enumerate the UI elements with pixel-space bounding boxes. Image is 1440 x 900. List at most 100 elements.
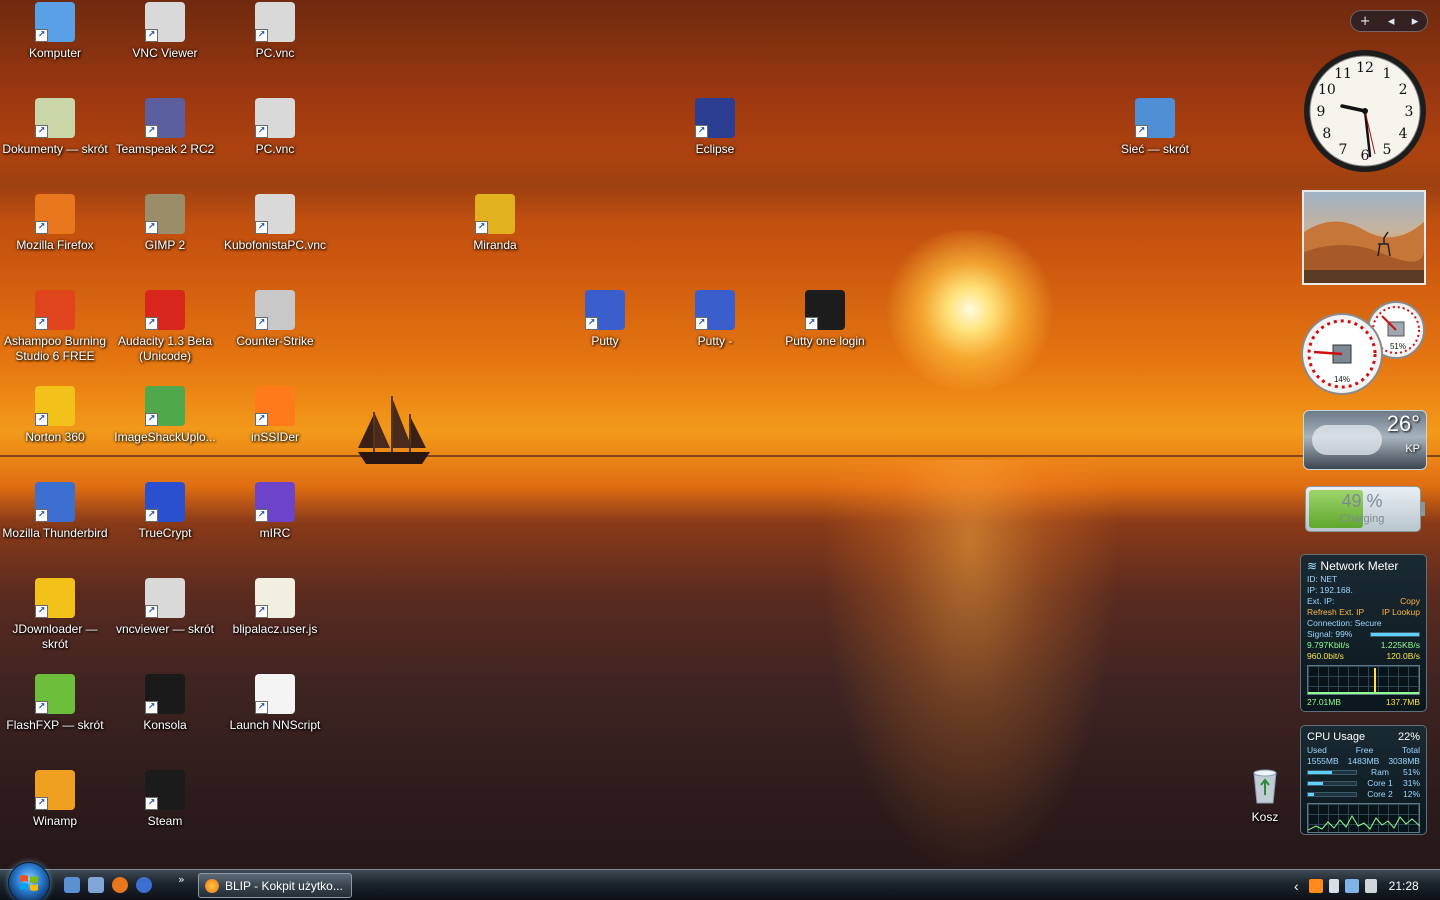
cpu-ram-meter-gadget[interactable]: 14% 51%: [1300, 300, 1428, 396]
battery-status: Charging: [1339, 513, 1385, 525]
shortcut-arrow-icon: ↗: [35, 317, 48, 330]
firefox-icon: [205, 878, 219, 893]
desktop-icon-miranda[interactable]: ↗ Miranda: [440, 194, 550, 286]
cpu-row-value: 31%: [1402, 778, 1420, 788]
sidebar-next-button[interactable]: ▸: [1412, 14, 1419, 29]
tray-app-icon[interactable]: [1308, 878, 1323, 893]
desktop-icon-label: Teamspeak 2 RC2: [115, 142, 215, 156]
firefox-quicklaunch-icon[interactable]: [112, 877, 128, 893]
desktop-icon-script-file[interactable]: ↗ blipalacz.user.js: [220, 578, 330, 670]
sidebar-previous-button[interactable]: ◂: [1388, 14, 1395, 29]
tray-volume-icon[interactable]: [1364, 878, 1377, 893]
tray-network-icon[interactable]: [1344, 878, 1359, 893]
desktop-icon-flashfxp[interactable]: ↗ FlashFXP — skrót: [0, 674, 110, 766]
putty-icon: ↗: [585, 290, 625, 330]
steam-icon: ↗: [145, 770, 185, 810]
desktop-icon-truecrypt[interactable]: ↗ TrueCrypt: [110, 482, 220, 574]
clock-numeral: 11: [1334, 66, 1352, 82]
desktop-icon-putty[interactable]: ↗ Putty -: [660, 290, 770, 382]
network-copy-link[interactable]: Copy: [1400, 596, 1420, 607]
desktop-icon-ashampoo[interactable]: ↗ Ashampoo Burning Studio 6 FREE: [0, 290, 110, 382]
clock-numeral: 8: [1322, 126, 1331, 142]
clock-numeral: 7: [1339, 142, 1348, 158]
desktop-icon-vnc[interactable]: ↗ vncviewer — skrót: [110, 578, 220, 670]
clock-numeral: 5: [1383, 142, 1392, 158]
desktop-icon-counter-strike[interactable]: ↗ Counter-Strike: [220, 290, 330, 382]
desktop-icon-firefox[interactable]: ↗ Mozilla Firefox: [0, 194, 110, 286]
network-ip-lookup-link[interactable]: IP Lookup: [1382, 607, 1420, 618]
weather-gadget[interactable]: 26° KP: [1303, 410, 1427, 470]
windows-logo-icon: [20, 875, 38, 891]
putty-icon: ↗: [695, 290, 735, 330]
desktop-icon-jdownloader[interactable]: ↗ JDownloader — skrót: [0, 578, 110, 670]
tray-clock[interactable]: 21:28: [1389, 879, 1419, 893]
quicklaunch-more-button[interactable]: »: [178, 873, 185, 886]
tray-expand-chevron[interactable]: ‹: [1294, 878, 1299, 894]
network-meter-gadget[interactable]: ≋ Network Meter ID: NET IP: 192.168. Ext…: [1300, 554, 1427, 712]
desktop-icon-label: inSSIDer: [250, 430, 300, 444]
truecrypt-icon: ↗: [145, 482, 185, 522]
shortcut-arrow-icon: ↗: [695, 125, 708, 138]
battery-gadget[interactable]: 49 % Charging: [1305, 486, 1425, 532]
show-desktop-icon[interactable]: [64, 877, 80, 893]
desktop-icon-putty-spy[interactable]: ↗ Putty one login: [770, 290, 880, 382]
desktop-icon-vnc-file[interactable]: ↗ PC.vnc: [220, 2, 330, 94]
desktop-icon-norton[interactable]: ↗ Norton 360: [0, 386, 110, 478]
cpu-row-value: 51%: [1402, 767, 1420, 777]
cpu-row-bar: [1307, 792, 1357, 797]
imageshack-icon: ↗: [145, 386, 185, 426]
console-icon: ↗: [145, 674, 185, 714]
desktop-icon-computer[interactable]: ↗ Komputer: [0, 2, 110, 94]
shortcut-arrow-icon: ↗: [695, 317, 708, 330]
desktop-icon-audacity[interactable]: ↗ Audacity 1.3 Beta (Unicode): [110, 290, 220, 382]
network-ip: IP: 192.168.: [1307, 585, 1353, 595]
flashfxp-icon: ↗: [35, 674, 75, 714]
desktop-icon-label: Putty: [591, 334, 619, 348]
slideshow-gadget[interactable]: [1302, 190, 1426, 285]
script-file-icon: ↗: [255, 578, 295, 618]
taskbar-window-title: BLIP - Kokpit użytko...: [225, 878, 343, 893]
desktop-icon-putty[interactable]: ↗ Putty: [550, 290, 660, 382]
desktop-icon-mirc[interactable]: ↗ mIRC: [220, 482, 330, 574]
desktop-icon-nnscript[interactable]: ↗ Launch NNScript: [220, 674, 330, 766]
desktop-icon-vnc-file[interactable]: ↗ KubofonistaPC.vnc: [220, 194, 330, 286]
thunderbird-quicklaunch-icon[interactable]: [136, 877, 152, 893]
desktop-icon-eclipse[interactable]: ↗ Eclipse: [660, 98, 770, 190]
switch-windows-icon[interactable]: [88, 877, 104, 893]
start-button[interactable]: [8, 862, 50, 900]
desktop-icon-gimp[interactable]: ↗ GIMP 2: [110, 194, 220, 286]
desktop-icon-console[interactable]: ↗ Konsola: [110, 674, 220, 766]
desktop-icon-label: ImageShackUplo...: [114, 430, 216, 444]
network-ext-ip-label: Ext. IP:: [1307, 596, 1335, 606]
desktop-icon-thunderbird[interactable]: ↗ Mozilla Thunderbird: [0, 482, 110, 574]
desktop-icon-label: Audacity 1.3 Beta (Unicode): [117, 334, 213, 363]
desktop-icon-steam[interactable]: ↗ Steam: [110, 770, 220, 862]
desktop-icon-label: FlashFXP — skrót: [6, 718, 104, 732]
desktop-icon-vnc[interactable]: ↗ VNC Viewer: [110, 2, 220, 94]
network-refresh-ext-ip-link[interactable]: Refresh Ext. IP: [1307, 607, 1364, 618]
desktop-icon-vnc-file[interactable]: ↗ PC.vnc: [220, 98, 330, 190]
weather-location: KP: [1405, 443, 1420, 455]
eclipse-icon: ↗: [695, 98, 735, 138]
taskbar: » BLIP - Kokpit użytko... ‹ 21:28: [0, 862, 1440, 900]
desktop-icon-inssider[interactable]: ↗ inSSIDer: [220, 386, 330, 478]
shortcut-arrow-icon: ↗: [255, 509, 268, 522]
desktop-icon-winamp[interactable]: ↗ Winamp: [0, 770, 110, 862]
network-signal-bar: [1370, 632, 1420, 637]
desktop-icon-label: Ashampoo Burning Studio 6 FREE: [3, 334, 107, 363]
sidebar-add-gadget-button[interactable]: +: [1360, 14, 1371, 29]
slideshow-desert-image: [1304, 221, 1424, 283]
cpu-row-name: Core 1: [1367, 778, 1393, 788]
desktop-icon-network[interactable]: ↗ Sieć — skrót: [1100, 98, 1210, 190]
tray-battery-icon[interactable]: [1328, 878, 1339, 893]
battery-percent: 49 %: [1341, 491, 1383, 511]
taskbar-window-button-blip[interactable]: BLIP - Kokpit użytko...: [198, 873, 352, 898]
desktop-icon-imageshack[interactable]: ↗ ImageShackUplo...: [110, 386, 220, 478]
clock-numeral: 10: [1318, 82, 1336, 98]
clock-gadget[interactable]: 12 1234567891011: [1302, 48, 1428, 174]
desktop-icon-label: Dokumenty — skrót: [2, 142, 108, 156]
desktop-icon-documents-folder[interactable]: ↗ Dokumenty — skrót: [0, 98, 110, 190]
cpu-usage-gadget[interactable]: CPU Usage 22% Used Free Total 1555MB 1483MB 3…: [1300, 725, 1427, 835]
desktop-icon-teamspeak[interactable]: ↗ Teamspeak 2 RC2: [110, 98, 220, 190]
desktop-icon-label: Launch NNScript: [229, 718, 321, 732]
